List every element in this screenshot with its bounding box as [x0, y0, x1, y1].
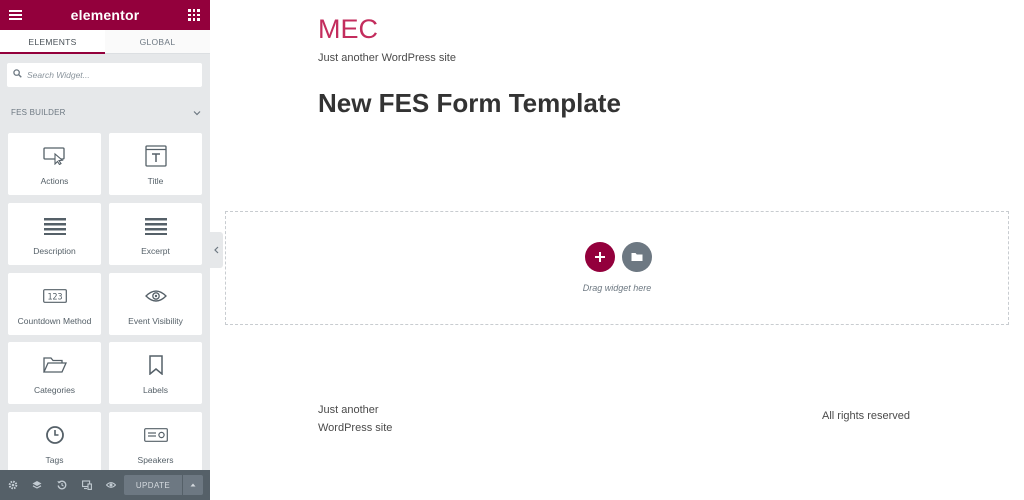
preview-eye-icon[interactable]	[106, 480, 116, 490]
widget-excerpt[interactable]: Excerpt	[109, 203, 202, 265]
widget-label: Labels	[142, 385, 169, 395]
update-options-button[interactable]	[183, 475, 203, 495]
tab-global[interactable]: GLOBAL	[105, 30, 210, 54]
brand-logo: elementor	[70, 7, 140, 23]
widget-title[interactable]: Title	[109, 133, 202, 195]
widget-speakers[interactable]: Speakers	[109, 412, 202, 474]
widget-label: Countdown Method	[17, 316, 92, 326]
widget-description[interactable]: Description	[8, 203, 101, 265]
editor-panel: elementor ELEMENTS GLOBAL FES BUILDER	[0, 0, 210, 500]
widget-label: Description	[33, 246, 76, 256]
clock-icon	[45, 426, 64, 444]
widget-label: Title	[147, 176, 164, 186]
widget-actions[interactable]: Actions	[8, 133, 101, 195]
widget-label: Actions	[40, 176, 69, 186]
navigator-layers-icon[interactable]	[32, 480, 42, 490]
widget-countdown-method[interactable]: 123 Countdown Method	[8, 273, 101, 335]
id-card-icon	[143, 428, 168, 442]
history-icon[interactable]	[57, 480, 67, 490]
svg-text:123: 123	[47, 292, 62, 302]
add-section-button[interactable]	[585, 242, 615, 272]
tab-elements[interactable]: ELEMENTS	[0, 30, 105, 54]
text-lines-icon	[144, 218, 167, 235]
bookmark-icon	[148, 355, 163, 375]
widget-label: Speakers	[137, 455, 174, 465]
widget-label: Categories	[33, 385, 76, 395]
chevron-left-icon	[214, 246, 219, 254]
page-title: New FES Form Template	[318, 88, 621, 118]
search-icon	[13, 69, 22, 78]
search-box	[7, 63, 202, 87]
footer-copyright: All rights reserved	[822, 410, 911, 422]
widget-label: Excerpt	[141, 246, 170, 256]
widget-dropzone[interactable]: Drag widget here	[225, 211, 1009, 325]
site-tagline: Just another WordPress site	[318, 52, 456, 64]
panel-footer: UPDATE	[0, 470, 210, 500]
widget-label: Event Visibility	[128, 316, 183, 326]
panel-collapse-handle[interactable]	[210, 232, 223, 268]
dropzone-hint: Drag widget here	[582, 283, 652, 293]
widget-event-visibility[interactable]: Event Visibility	[109, 273, 202, 335]
site-title[interactable]: MEC	[318, 14, 378, 45]
widget-labels[interactable]: Labels	[109, 342, 202, 404]
panel-header: elementor	[0, 0, 210, 30]
title-text-icon	[144, 145, 167, 167]
folder-icon	[631, 253, 643, 261]
counter-123-icon: 123	[42, 289, 67, 303]
widget-label: Tags	[45, 455, 64, 465]
responsive-mode-icon[interactable]	[82, 480, 92, 490]
panel-tabs: ELEMENTS GLOBAL	[0, 30, 210, 54]
chevron-down-icon	[193, 111, 201, 116]
update-button[interactable]: UPDATE	[124, 475, 182, 495]
widget-categories[interactable]: Categories	[8, 342, 101, 404]
search-input[interactable]	[27, 66, 195, 84]
add-template-button[interactable]	[622, 242, 652, 272]
widgets-grid-icon[interactable]	[188, 9, 200, 21]
eye-icon	[144, 290, 167, 302]
caret-up-icon	[190, 483, 196, 487]
folder-open-icon	[42, 357, 67, 373]
category-header-fes-builder[interactable]: FES BUILDER	[11, 108, 201, 120]
category-label: FES BUILDER	[11, 108, 66, 117]
cursor-click-icon	[42, 147, 65, 165]
text-lines-icon	[43, 218, 66, 235]
widget-tags[interactable]: Tags	[8, 412, 101, 474]
settings-icon[interactable]	[8, 480, 18, 490]
footer-tagline: Just another WordPress site	[318, 404, 393, 434]
